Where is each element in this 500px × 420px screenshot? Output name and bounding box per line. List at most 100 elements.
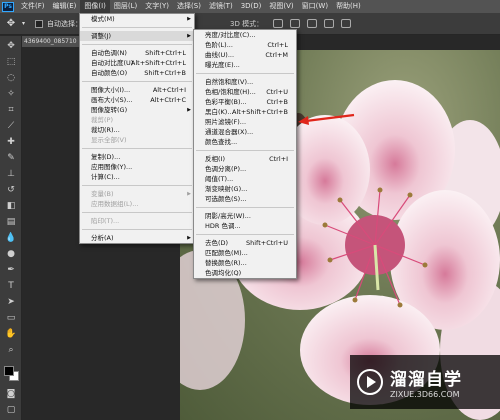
menu-separator xyxy=(196,234,294,235)
image-menu-item[interactable]: 图像大小(I)... Alt+Ctrl+I xyxy=(80,85,194,95)
menubar-item-6[interactable]: 滤镜(T) xyxy=(205,0,237,13)
adjust-menu-item-label: 匹配颜色(M)... xyxy=(205,249,248,257)
adjust-menu-item[interactable]: 替换颜色(R)... xyxy=(194,258,296,268)
foreground-color-swatch[interactable] xyxy=(4,366,14,376)
adjust-menu-item[interactable]: 曲线(U)... Ctrl+M xyxy=(194,50,296,60)
hand-icon[interactable]: ✋ xyxy=(5,328,17,340)
type-icon[interactable]: T xyxy=(5,280,17,292)
adjust-menu-item-label: 颜色查找... xyxy=(205,138,238,146)
image-menu-item[interactable]: 调整(J) ▶ xyxy=(80,31,194,41)
gradient-icon[interactable]: ▤ xyxy=(5,216,17,228)
adjust-menu-item[interactable]: 阴影/高光(W)... xyxy=(194,211,296,221)
3d-orbit-icon[interactable] xyxy=(273,19,284,28)
screen-mode-icon[interactable]: ▢ xyxy=(5,404,17,416)
image-menu-item[interactable]: 模式(M) ▶ xyxy=(80,14,194,24)
image-menu-item-label: 裁剪(P) xyxy=(91,116,113,124)
image-menu-item[interactable]: 图像旋转(G) ▶ xyxy=(80,105,194,115)
menu-separator xyxy=(82,212,192,213)
adjust-menu-item[interactable]: 颜色查找... xyxy=(194,137,296,147)
path-select-icon[interactable]: ➤ xyxy=(5,296,17,308)
image-menu-item: 变量(B) ▶ xyxy=(80,189,194,199)
submenu-arrow-icon: ▶ xyxy=(187,33,191,39)
marquee-icon[interactable]: ⬚ xyxy=(5,56,17,68)
image-menu-item[interactable]: 复制(D)... xyxy=(80,152,194,162)
adjust-menu-item[interactable]: 阈值(T)... xyxy=(194,174,296,184)
image-menu-item[interactable]: 分析(A) ▶ xyxy=(80,233,194,243)
adjust-menu-item[interactable]: 色阶(L)... Ctrl+L xyxy=(194,40,296,50)
lasso-icon[interactable]: ◌ xyxy=(5,72,17,84)
menubar-item-9[interactable]: 窗口(W) xyxy=(298,0,332,13)
adjust-menu-item-label: HDR 色调... xyxy=(205,222,241,230)
menubar-item-8[interactable]: 视图(V) xyxy=(265,0,297,13)
adjust-menu-item[interactable]: 自然饱和度(V)... xyxy=(194,77,296,87)
menubar-item-1[interactable]: 编辑(E) xyxy=(49,0,81,13)
menubar-item-3[interactable]: 图层(L) xyxy=(110,0,141,13)
adjust-menu-item[interactable]: 渐变映射(G)... xyxy=(194,184,296,194)
image-menu-item[interactable]: 裁切(R)... xyxy=(80,125,194,135)
adjust-menu-item[interactable]: 色彩平衡(B)... Ctrl+B xyxy=(194,97,296,107)
move-tool-icon[interactable]: ✥ xyxy=(0,18,22,29)
menubar-item-7[interactable]: 3D(D) xyxy=(237,0,266,13)
adjust-menu-item[interactable]: 可选颜色(S)... xyxy=(194,194,296,204)
zoom-icon[interactable]: ⌕ xyxy=(5,344,17,356)
stamp-icon[interactable]: ⊥ xyxy=(5,168,17,180)
image-menu-item-label: 模式(M) xyxy=(91,15,115,23)
image-menu-item[interactable]: 自动颜色(O) Shift+Ctrl+B xyxy=(80,68,194,78)
menubar-item-4[interactable]: 文字(Y) xyxy=(141,0,173,13)
history-brush-icon[interactable]: ↺ xyxy=(5,184,17,196)
adjust-menu-item[interactable]: 反相(I) Ctrl+I xyxy=(194,154,296,164)
image-menu-item[interactable]: 自动对比度(U) Alt+Shift+Ctrl+L xyxy=(80,58,194,68)
crop-icon[interactable]: ⌗ xyxy=(5,104,17,116)
adjust-menu-item-label: 照片滤镜(F)... xyxy=(205,118,247,126)
adjust-menu-item[interactable]: 照片滤镜(F)... xyxy=(194,117,296,127)
adjust-menu-item[interactable]: 通道混合器(X)... xyxy=(194,127,296,137)
3d-scale-icon[interactable] xyxy=(341,19,352,28)
menu-separator xyxy=(82,148,192,149)
move-icon[interactable]: ✥ xyxy=(5,40,17,52)
adjust-menu-item[interactable]: HDR 色调... xyxy=(194,221,296,231)
dodge-icon[interactable]: ● xyxy=(5,248,17,260)
eyedropper-icon[interactable]: ⟋ xyxy=(5,120,17,132)
menubar-item-2[interactable]: 图像(I) xyxy=(80,0,110,13)
pen-icon[interactable]: ✒ xyxy=(5,264,17,276)
image-menu-item[interactable]: 画布大小(S)... Alt+Ctrl+C xyxy=(80,95,194,105)
menu-separator xyxy=(82,44,192,45)
blur-icon[interactable]: 💧 xyxy=(5,232,17,244)
menubar-item-10[interactable]: 帮助(H) xyxy=(332,0,365,13)
adjust-menu-item-shortcut: Ctrl+M xyxy=(265,51,288,59)
document-tab[interactable]: 4369400_085710 xyxy=(22,36,80,47)
quick-mask-icon[interactable]: ◙ xyxy=(5,388,17,400)
adjust-menu-item[interactable]: 亮度/对比度(C)... xyxy=(194,30,296,40)
menu-separator xyxy=(82,27,192,28)
red-arrow-icon xyxy=(298,113,355,125)
auto-select-checkbox[interactable] xyxy=(35,19,44,28)
adjust-menu-item[interactable]: 曝光度(E)... xyxy=(194,60,296,70)
adjust-menu-item-shortcut: Shift+Ctrl+U xyxy=(246,239,288,247)
adjust-menu-item-label: 反相(I) xyxy=(205,155,225,163)
adjust-menu-item-label: 阈值(T)... xyxy=(205,175,234,183)
adjust-menu-item[interactable]: 色调均化(Q) xyxy=(194,268,296,278)
3d-roll-icon[interactable] xyxy=(290,19,301,28)
eraser-icon[interactable]: ◧ xyxy=(5,200,17,212)
image-menu-item-label: 复制(D)... xyxy=(91,153,121,161)
image-menu-item[interactable]: 自动色调(N) Shift+Ctrl+L xyxy=(80,48,194,58)
menubar-item-0[interactable]: 文件(F) xyxy=(17,0,49,13)
shape-icon[interactable]: ▭ xyxy=(5,312,17,324)
image-menu-item[interactable]: 应用图像(Y)... xyxy=(80,162,194,172)
adjust-menu-item[interactable]: 色相/饱和度(H)... Ctrl+U xyxy=(194,87,296,97)
adjust-menu-item-label: 色阶(L)... xyxy=(205,41,233,49)
adjust-menu-item[interactable]: 匹配颜色(M)... xyxy=(194,248,296,258)
adjust-menu-item[interactable]: 色调分离(P)... xyxy=(194,164,296,174)
magic-wand-icon[interactable]: ✧ xyxy=(5,88,17,100)
adjust-menu-item[interactable]: 去色(D) Shift+Ctrl+U xyxy=(194,238,296,248)
brush-icon[interactable]: ✎ xyxy=(5,152,17,164)
healing-icon[interactable]: ✚ xyxy=(5,136,17,148)
3d-slide-icon[interactable] xyxy=(324,19,335,28)
image-menu-item[interactable]: 计算(C)... xyxy=(80,172,194,182)
dropdown-arrow-icon[interactable]: ▾ xyxy=(22,20,25,27)
menubar-item-5[interactable]: 选择(S) xyxy=(173,0,205,13)
image-menu-item: 陷印(T)... xyxy=(80,216,194,226)
adjust-menu-item[interactable]: 黑白(K)... Alt+Shift+Ctrl+B xyxy=(194,107,296,117)
3d-pan-icon[interactable] xyxy=(307,19,318,28)
tools-panel: ✥ ⬚ ◌ ✧ ⌗ ⟋ ✚ ✎ ⊥ ↺ ◧ ▤ 💧 ● ✒ T ➤ ▭ ✋ ⌕ … xyxy=(0,36,22,420)
